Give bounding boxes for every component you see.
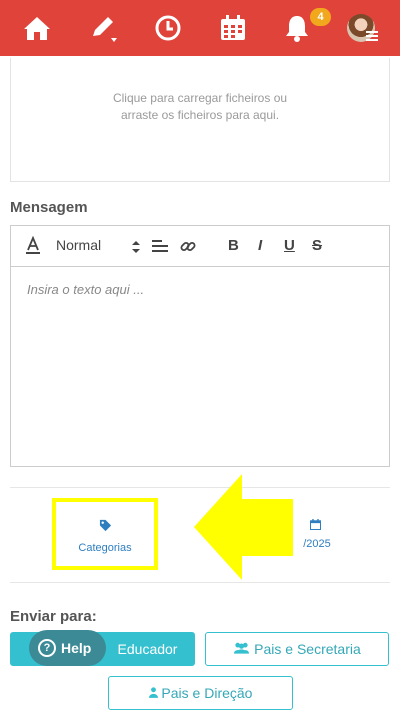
- pencil-icon[interactable]: [87, 12, 119, 44]
- underline-button[interactable]: U: [284, 237, 295, 257]
- italic-button[interactable]: I: [258, 237, 262, 257]
- file-drop-zone[interactable]: Clique para carregar ficheiros ou arrast…: [10, 58, 390, 182]
- select-arrows-icon: [131, 237, 141, 257]
- format-select-value: Normal: [56, 237, 102, 253]
- question-icon: ?: [38, 639, 56, 657]
- format-select[interactable]: Normal: [56, 237, 101, 257]
- yellow-arrow-annotation: [194, 474, 293, 580]
- highlight-box: [52, 498, 158, 570]
- users-icon: [233, 641, 254, 657]
- top-nav-bar: 4: [0, 0, 400, 56]
- divider: [10, 582, 390, 583]
- text-color-icon[interactable]: [25, 235, 41, 256]
- home-icon[interactable]: [21, 12, 53, 44]
- upload-line-1: Clique para carregar ficheiros ou: [112, 91, 288, 105]
- strikethrough-button[interactable]: S: [312, 237, 322, 257]
- menu-icon[interactable]: [366, 31, 378, 41]
- recipient-parents-direction-button[interactable]: Pais e Direção: [108, 676, 293, 710]
- align-icon[interactable]: [152, 238, 168, 258]
- recipient-parents-secretary-button[interactable]: Pais e Secretaria: [205, 632, 389, 666]
- recipient-parents-secretary-label: Pais e Secretaria: [254, 641, 361, 657]
- editor-toolbar: Normal B I U S: [10, 225, 390, 267]
- send-to-label: Enviar para:: [10, 608, 97, 625]
- upload-line-2: arraste os ficheiros para aqui.: [120, 108, 280, 122]
- help-label: Help: [61, 640, 92, 656]
- message-editor[interactable]: Insira o texto aqui ...: [10, 266, 390, 467]
- link-icon[interactable]: [180, 238, 196, 258]
- bold-button[interactable]: B: [228, 237, 239, 257]
- message-label: Mensagem: [10, 199, 88, 216]
- help-button[interactable]: ? Help: [29, 630, 106, 666]
- editor-placeholder: Insira o texto aqui ...: [27, 282, 145, 297]
- upload-instructions: Clique para carregar ficheiros ou arrast…: [11, 90, 389, 124]
- recipient-parents-direction-label: Pais e Direção: [161, 685, 253, 701]
- calendar-icon[interactable]: [217, 12, 249, 44]
- bell-icon[interactable]: [281, 12, 313, 44]
- notification-badge: 4: [310, 8, 331, 26]
- user-icon: [148, 685, 162, 701]
- clock-icon[interactable]: [152, 12, 184, 44]
